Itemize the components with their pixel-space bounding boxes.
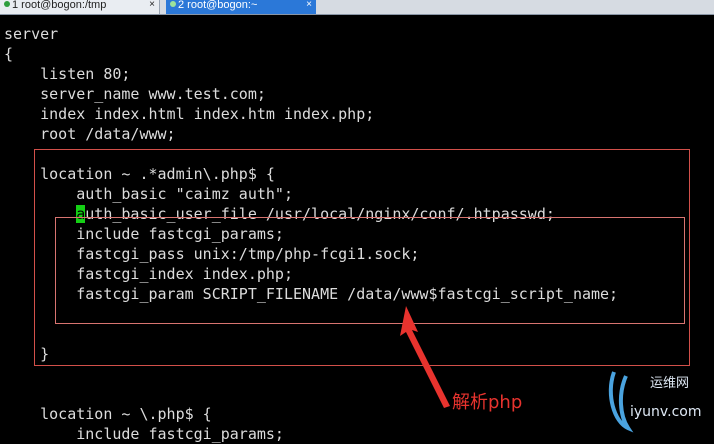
tab-label: 1 root@bogon:/tmp bbox=[12, 0, 107, 11]
highlight-box-fastcgi bbox=[55, 217, 685, 324]
code-line: server bbox=[4, 25, 59, 43]
code-line: root /data/www; bbox=[4, 125, 176, 143]
annotation-arrow-icon bbox=[400, 306, 450, 408]
tab-terminal-2[interactable]: 2 root@bogon:~ × bbox=[166, 0, 316, 14]
session-status-icon bbox=[4, 1, 10, 7]
code-line: listen 80; bbox=[4, 65, 131, 83]
code-line: location ~ \.php$ { bbox=[4, 405, 212, 423]
tab-bar: 1 root@bogon:/tmp × 2 root@bogon:~ × bbox=[0, 0, 714, 15]
tab-label: 2 root@bogon:~ bbox=[178, 0, 258, 11]
session-status-icon bbox=[170, 1, 176, 7]
watermark-text: 运维网 bbox=[650, 376, 690, 391]
close-tab-icon[interactable]: × bbox=[306, 0, 312, 10]
code-line: { bbox=[4, 45, 14, 63]
close-tab-icon[interactable]: × bbox=[149, 0, 155, 10]
tab-terminal-1[interactable]: 1 root@bogon:/tmp × bbox=[0, 0, 160, 14]
code-line: include fastcgi_params; bbox=[4, 425, 284, 443]
code-line: index index.html index.htm index.php; bbox=[4, 105, 375, 123]
annotation-label: 解析php bbox=[452, 392, 523, 413]
code-line: server_name www.test.com; bbox=[4, 85, 266, 103]
watermark-domain: iyunv.com bbox=[630, 404, 702, 420]
